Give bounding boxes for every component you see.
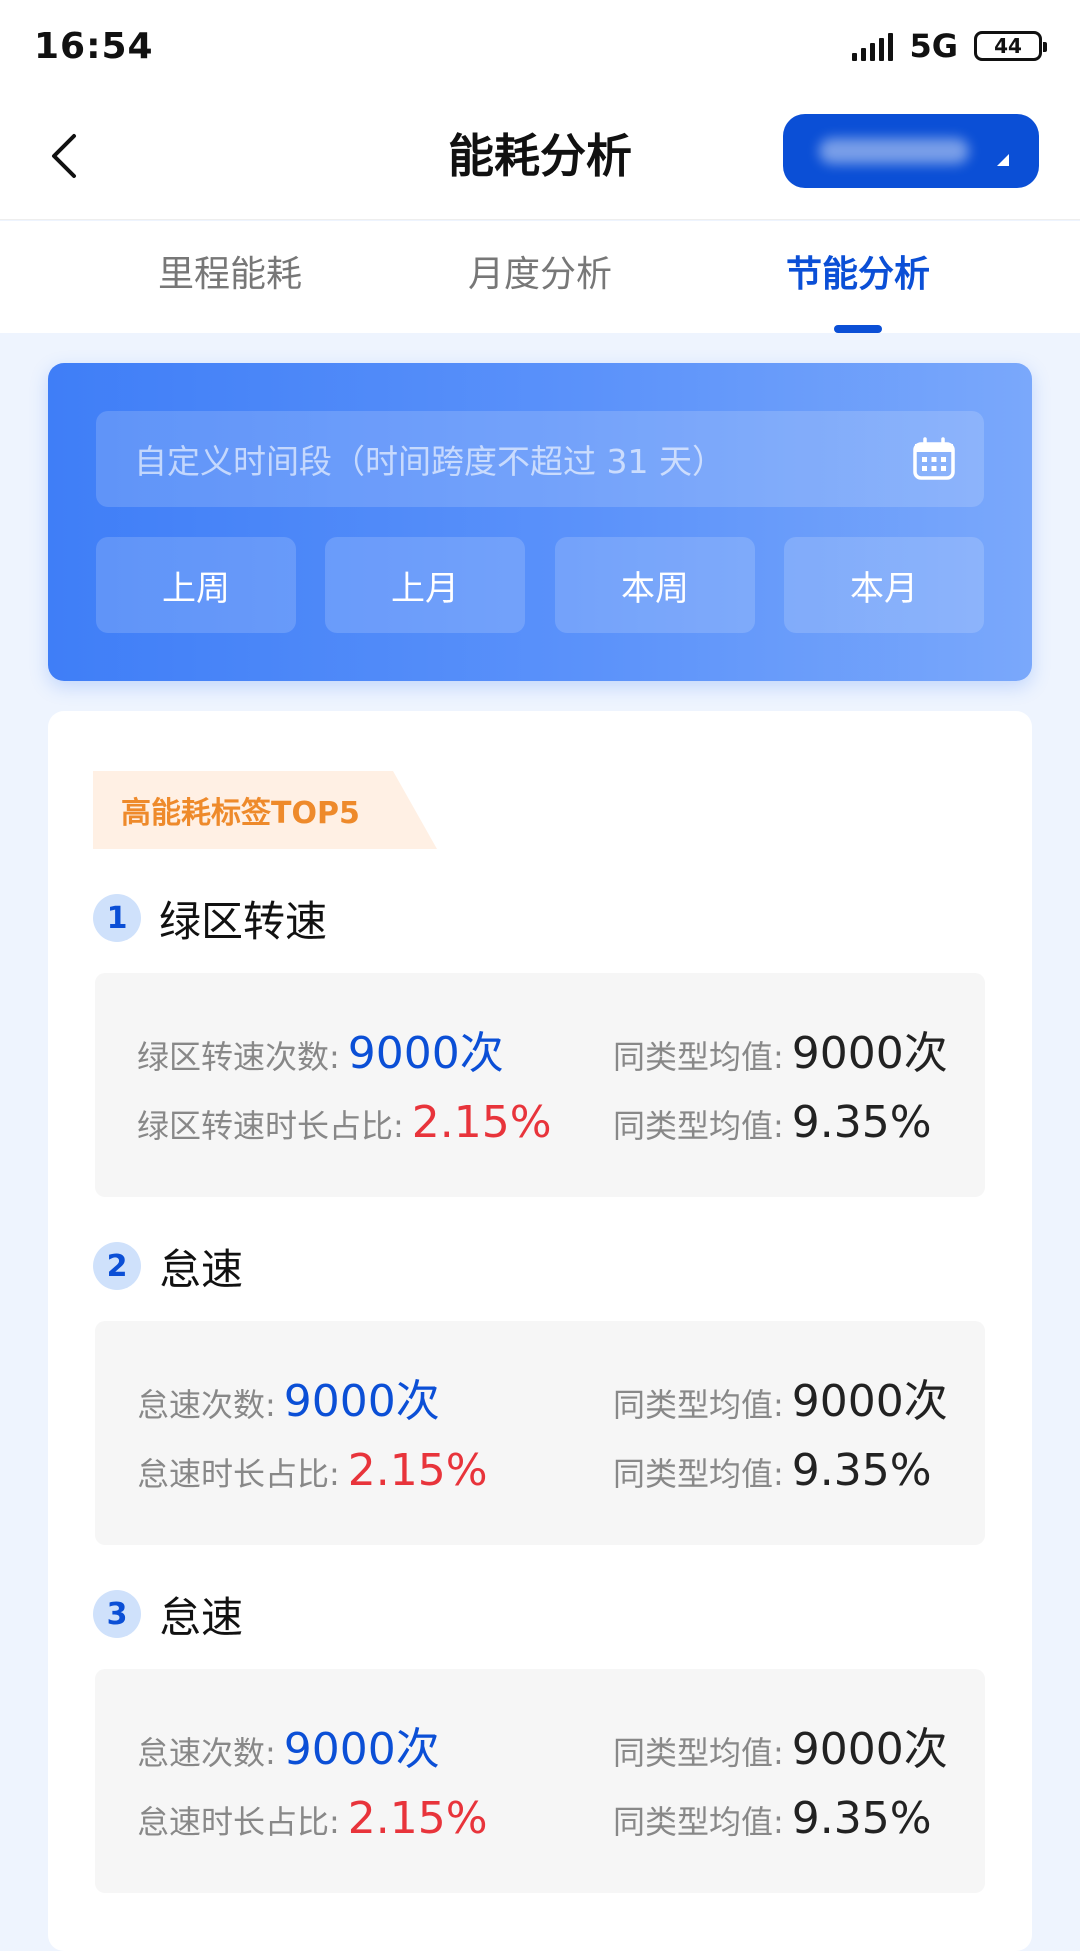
stat-label: 同类型均值: (613, 1734, 784, 1772)
stat-count-average: 同类型均值: 9000次 (613, 1713, 948, 1777)
signal-icon (852, 31, 894, 61)
stat-value: 9000次 (347, 1028, 504, 1079)
stat-label: 同类型均值: (613, 1803, 784, 1841)
stat-label: 同类型均值: (613, 1386, 784, 1424)
ranking-stats-box: 绿区转速次数: 9000次 同类型均值: 9000次 绿区转速时长占比: 2.1… (95, 973, 985, 1197)
ranking-item-head: 1 绿区转速 (93, 888, 327, 948)
stat-count: 绿区转速次数: 9000次 (137, 1017, 504, 1081)
stat-label: 怠速次数: (137, 1734, 276, 1772)
last-week-button[interactable]: 上周 (96, 537, 296, 633)
date-range-placeholder: 自定义时间段（时间跨度不超过 31 天） (134, 442, 725, 481)
stat-label: 同类型均值: (613, 1038, 784, 1076)
stat-label: 怠速时长占比: (137, 1803, 340, 1841)
tab-bar: 里程能耗 月度分析 节能分析 (0, 221, 1080, 333)
stat-ratio-average: 同类型均值: 9.35% (613, 1445, 932, 1496)
rank-badge: 1 (93, 894, 141, 942)
network-type: 5G (909, 27, 958, 65)
stat-value: 9000次 (791, 1028, 948, 1079)
stat-ratio-average: 同类型均值: 9.35% (613, 1793, 932, 1844)
stat-ratio-average: 同类型均值: 9.35% (613, 1097, 932, 1148)
top5-tag-label: 高能耗标签TOP5 (93, 771, 437, 849)
stat-count: 怠速次数: 9000次 (137, 1713, 440, 1777)
stat-count: 怠速次数: 9000次 (137, 1365, 440, 1429)
rank-badge: 3 (93, 1590, 141, 1638)
rank-badge: 2 (93, 1242, 141, 1290)
stat-count-average: 同类型均值: 9000次 (613, 1017, 948, 1081)
high-energy-tags-card: 高能耗标签TOP5 1 绿区转速 绿区转速次数: 9000次 同类型均值: 90… (48, 711, 1032, 1951)
calendar-icon[interactable] (912, 437, 956, 481)
stat-label: 怠速时长占比: (137, 1455, 340, 1493)
app-header: 能耗分析 (0, 92, 1080, 220)
ranking-item-title: 怠速 (159, 1592, 244, 1642)
date-range-input[interactable]: 自定义时间段（时间跨度不超过 31 天） (96, 411, 984, 507)
stat-ratio: 怠速时长占比: 2.15% (137, 1445, 488, 1496)
stat-value: 2.15% (347, 1793, 488, 1844)
stat-count-average: 同类型均值: 9000次 (613, 1365, 948, 1429)
stat-value: 9000次 (791, 1376, 948, 1427)
ranking-item-title: 怠速 (159, 1244, 244, 1294)
ranking-item-title: 绿区转速 (159, 896, 328, 946)
stat-value: 9000次 (791, 1724, 948, 1775)
stat-label: 绿区转速时长占比: (137, 1107, 404, 1145)
vehicle-select-dropdown[interactable] (783, 114, 1039, 188)
tab-energy-saving[interactable]: 节能分析 (728, 245, 988, 297)
stat-ratio: 绿区转速时长占比: 2.15% (137, 1097, 552, 1148)
dropdown-triangle-icon (997, 154, 1009, 166)
last-month-button[interactable]: 上月 (325, 537, 525, 633)
vehicle-plate-obscured (819, 138, 969, 164)
status-icons: 5G 44 (852, 27, 1047, 65)
active-tab-indicator (834, 325, 882, 333)
stat-value: 9.35% (791, 1097, 932, 1148)
this-week-button[interactable]: 本周 (555, 537, 755, 633)
tab-monthly-analysis[interactable]: 月度分析 (410, 245, 670, 297)
ranking-stats-box: 怠速次数: 9000次 同类型均值: 9000次 怠速时长占比: 2.15% 同… (95, 1321, 985, 1545)
ranking-item-head: 3 怠速 (93, 1584, 243, 1644)
stat-label: 怠速次数: (137, 1386, 276, 1424)
stat-label: 绿区转速次数: (137, 1038, 340, 1076)
battery-icon: 44 (974, 31, 1047, 61)
date-filter-card: 自定义时间段（时间跨度不超过 31 天） 上周 上月 本周 本月 (48, 363, 1032, 681)
stat-value: 2.15% (411, 1097, 552, 1148)
status-time: 16:54 (34, 25, 154, 67)
stat-label: 同类型均值: (613, 1107, 784, 1145)
this-month-button[interactable]: 本月 (784, 537, 984, 633)
ranking-item-head: 2 怠速 (93, 1236, 243, 1296)
stat-label: 同类型均值: (613, 1455, 784, 1493)
tab-mileage-energy[interactable]: 里程能耗 (100, 245, 360, 297)
ranking-stats-box: 怠速次数: 9000次 同类型均值: 9000次 怠速时长占比: 2.15% 同… (95, 1669, 985, 1893)
stat-value: 2.15% (347, 1445, 488, 1496)
stat-value: 9000次 (283, 1724, 440, 1775)
battery-level: 44 (994, 34, 1022, 58)
status-bar: 16:54 5G 44 (0, 0, 1080, 92)
stat-value: 9000次 (283, 1376, 440, 1427)
stat-value: 9.35% (791, 1793, 932, 1844)
stat-value: 9.35% (791, 1445, 932, 1496)
stat-ratio: 怠速时长占比: 2.15% (137, 1793, 488, 1844)
